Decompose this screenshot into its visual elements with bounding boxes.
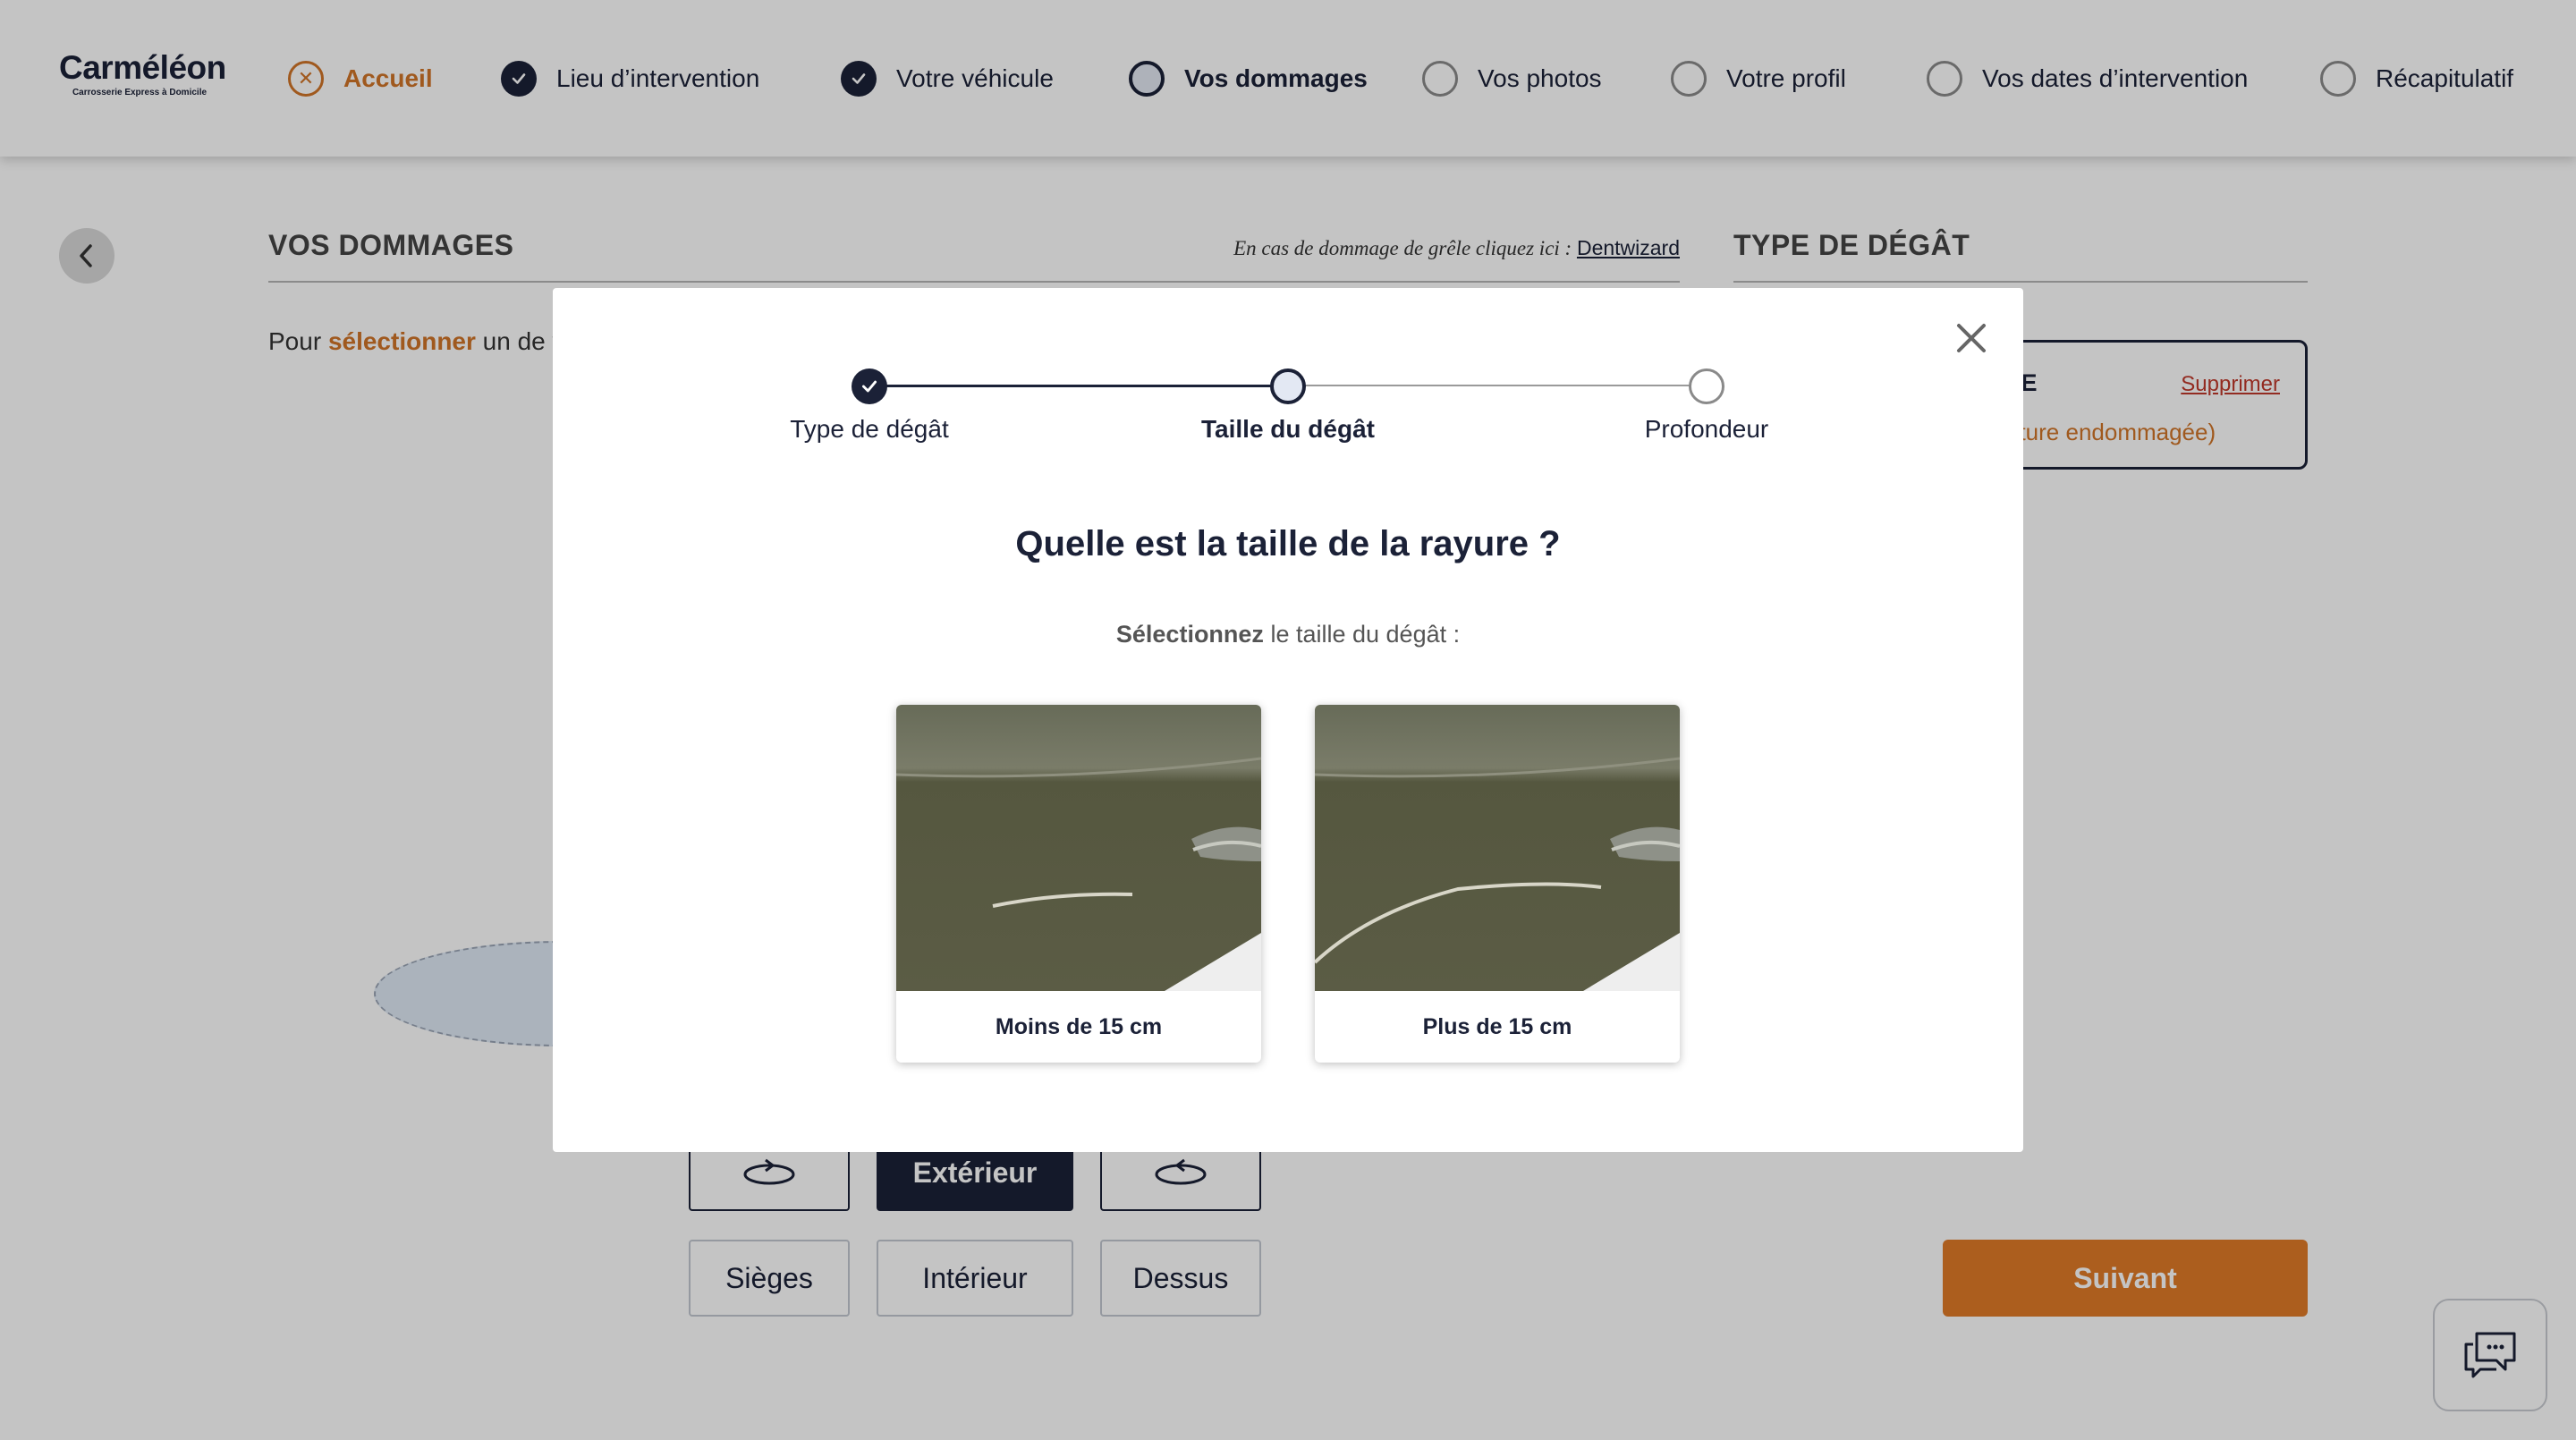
modal-step-label: Taille du dégât (1201, 415, 1375, 443)
empty-circle-icon (1689, 368, 1724, 404)
damage-size-modal: Type de dégât Taille du dégât Profondeur… (553, 288, 2023, 1152)
subtitle-bold: Sélectionnez (1115, 621, 1264, 648)
subtitle-rest: le taille du dégât : (1270, 621, 1461, 648)
current-step-icon (1270, 368, 1306, 404)
close-icon (1957, 324, 1986, 352)
size-option-small[interactable]: Moins de 15 cm (896, 705, 1261, 1063)
size-option-label: Plus de 15 cm (1422, 1013, 1572, 1039)
close-button[interactable] (1953, 320, 1989, 356)
modal-step-label: Type de dégât (790, 415, 949, 443)
stepper-line-done (869, 385, 1290, 387)
size-option-large[interactable]: Plus de 15 cm (1315, 705, 1680, 1063)
modal-subtitle: Sélectionnez le taille du dégât : (553, 621, 2023, 648)
modal-step-label: Profondeur (1644, 415, 1769, 443)
modal-question: Quelle est la taille de la rayure ? (1015, 524, 1561, 563)
scratch-small-image (896, 705, 1261, 991)
stepper-line-todo (1290, 385, 1710, 386)
check-icon (852, 368, 887, 404)
size-option-label: Moins de 15 cm (995, 1013, 1163, 1039)
scratch-large-image (1315, 705, 1680, 991)
